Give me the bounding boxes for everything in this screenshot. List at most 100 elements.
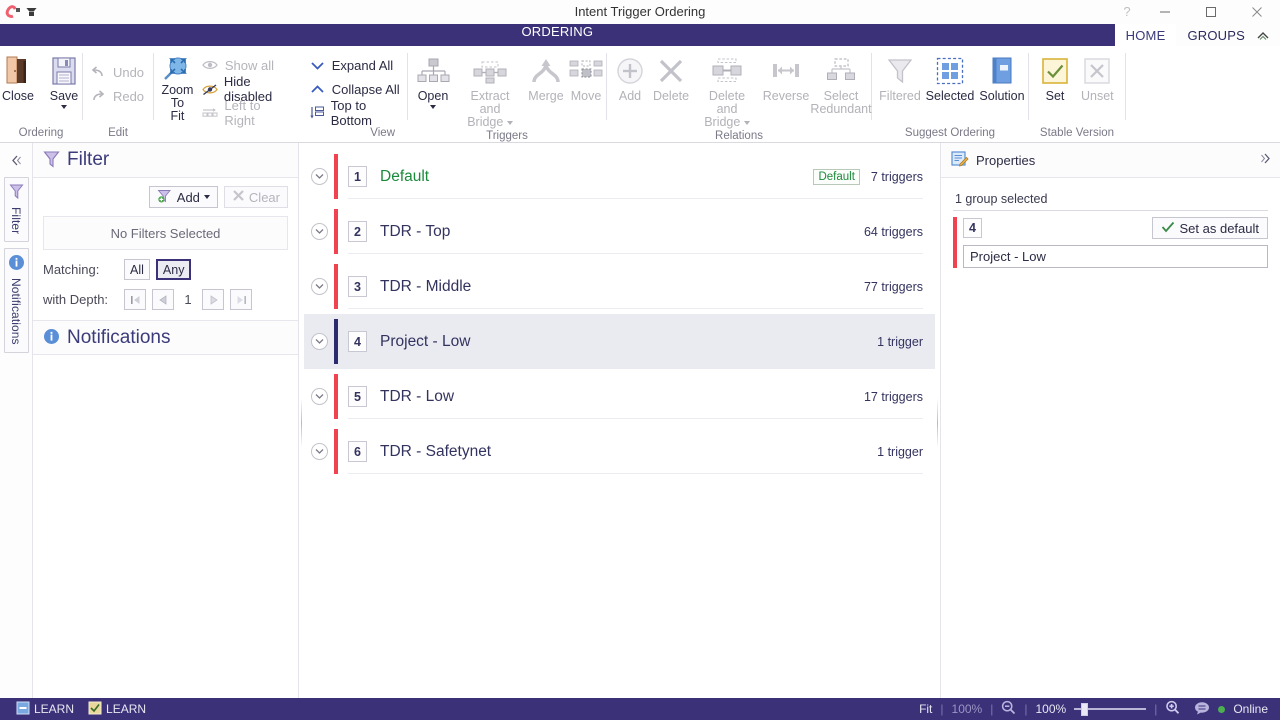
expand-toggle[interactable] — [304, 278, 334, 295]
expand-toggle[interactable] — [304, 333, 334, 350]
table-row[interactable]: 1 Default Default 7 triggers — [304, 149, 935, 204]
depth-next-button[interactable] — [202, 289, 224, 310]
extract-and-bridge-label-line2: Bridge — [467, 116, 513, 129]
move-button[interactable]: Move — [566, 52, 606, 103]
expand-all-button[interactable]: Expand All — [305, 53, 407, 77]
merge-button[interactable]: Merge — [526, 52, 566, 103]
expand-toggle[interactable] — [304, 168, 334, 185]
table-row[interactable]: 3 TDR - Middle 77 triggers — [304, 259, 935, 314]
expand-toggle[interactable] — [304, 388, 334, 405]
right-splitter[interactable] — [935, 143, 940, 698]
learn-item-1[interactable]: LEARN — [16, 701, 74, 718]
sidebar-item-filter[interactable]: Filter — [4, 177, 29, 242]
zoom-in-icon[interactable] — [1165, 700, 1180, 718]
matching-option-any[interactable]: Any — [156, 259, 192, 280]
table-row[interactable]: 6 TDR - Safetynet 1 trigger — [304, 424, 935, 479]
close-button-ribbon[interactable]: Close — [0, 52, 40, 103]
row-name: TDR - Top — [380, 223, 450, 241]
zoom-to-fit-button[interactable]: Zoom To Fit — [157, 52, 198, 123]
minimize-button[interactable] — [1142, 0, 1188, 24]
row-trigger-count: 64 triggers — [864, 225, 923, 239]
save-disk-icon — [50, 52, 78, 90]
table-row[interactable]: 5 TDR - Low 17 triggers — [304, 369, 935, 424]
chat-icon[interactable] — [1194, 701, 1210, 718]
row-trigger-count: 1 trigger — [877, 335, 923, 349]
collapse-panel-icon[interactable] — [0, 143, 32, 177]
ribbon-tab-bar: ORDERING HOME GROUPS — [0, 24, 1280, 46]
close-button[interactable] — [1234, 0, 1280, 24]
delete-relation-button[interactable]: Delete — [649, 52, 693, 103]
open-dropdown-caret-icon[interactable] — [430, 103, 436, 110]
merge-arrow-icon — [531, 52, 561, 90]
help-button[interactable]: ? — [1112, 0, 1142, 24]
expand-toggle[interactable] — [304, 223, 334, 240]
filtered-button-label: Filtered — [879, 90, 921, 103]
tab-home[interactable]: HOME — [1115, 24, 1177, 46]
open-button-label: Open — [418, 90, 449, 103]
check-icon — [1161, 221, 1175, 236]
expand-toggle[interactable] — [304, 443, 334, 460]
notifications-panel-header: Notifications — [33, 320, 298, 355]
maximize-button[interactable] — [1188, 0, 1234, 24]
collapse-ribbon-icon[interactable] — [1256, 24, 1270, 46]
set-as-default-button[interactable]: Set as default — [1152, 217, 1269, 239]
unset-button[interactable]: Unset — [1075, 52, 1120, 103]
row-trigger-count: 77 triggers — [864, 280, 923, 294]
undo-label: Undo — [113, 65, 144, 80]
filtered-button[interactable]: Filtered — [876, 52, 924, 103]
table-row[interactable]: 2 TDR - Top 64 triggers — [304, 204, 935, 259]
collapse-all-label: Collapse All — [332, 82, 400, 97]
group-name-input[interactable]: Project - Low — [963, 245, 1268, 268]
matching-option-all[interactable]: All — [124, 259, 150, 280]
delete-and-bridge-button[interactable]: Delete and Bridge — [693, 52, 761, 129]
tab-groups[interactable]: GROUPS — [1176, 24, 1256, 46]
add-relation-label: Add — [619, 90, 641, 103]
open-button[interactable]: Open — [412, 52, 454, 110]
add-filter-button[interactable]: Add — [149, 186, 218, 208]
table-row[interactable]: 4 Project - Low 1 trigger — [304, 314, 935, 369]
zoom-to-fit-icon — [162, 54, 192, 84]
expand-panel-icon[interactable] — [1259, 152, 1272, 168]
online-label: Online — [1233, 702, 1268, 716]
reverse-button[interactable]: Reverse — [761, 52, 811, 103]
save-dropdown-caret-icon[interactable] — [61, 103, 67, 110]
top-to-bottom-button[interactable]: Top to Bottom — [305, 101, 407, 125]
clear-filter-label: Clear — [249, 190, 280, 205]
depth-value: 1 — [180, 292, 196, 307]
depth-last-button[interactable] — [230, 289, 252, 310]
depth-prev-button[interactable] — [152, 289, 174, 310]
clear-icon — [232, 189, 245, 205]
depth-first-button[interactable] — [124, 289, 146, 310]
save-button-ribbon[interactable]: Save — [42, 52, 86, 110]
funnel-icon — [43, 150, 60, 171]
extract-and-bridge-button[interactable]: Extract and Bridge — [454, 52, 526, 129]
left-to-right-button[interactable]: Left to Right — [198, 101, 299, 125]
zoom-percent: 100% — [1035, 702, 1066, 716]
ribbon-separator — [1125, 53, 1126, 120]
undo-button[interactable]: Undo — [86, 60, 150, 84]
tab-ordering[interactable]: ORDERING — [0, 24, 1115, 46]
group-list: 1 Default Default 7 triggers 2 — [304, 143, 935, 479]
zoom-slider[interactable] — [1074, 703, 1146, 715]
solution-button[interactable]: Solution — [976, 52, 1028, 103]
redo-button[interactable]: Redo — [86, 84, 150, 108]
learn-item-2[interactable]: LEARN — [88, 701, 146, 718]
matching-label: Matching: — [43, 262, 118, 277]
status-bar: LEARN LEARN Fit | 100% | | 100% | — [0, 698, 1280, 720]
zoom-out-icon[interactable] — [1001, 700, 1016, 718]
row-number: 5 — [348, 386, 367, 407]
ribbon-group-label-view: View — [154, 126, 407, 143]
sidebar-item-notifications[interactable]: Notifications — [4, 248, 29, 353]
separator: | — [940, 702, 943, 716]
fit-label[interactable]: Fit — [919, 702, 932, 716]
customize-qat-icon[interactable] — [25, 5, 38, 19]
selected-button[interactable]: Selected — [924, 52, 976, 103]
set-button[interactable]: Set — [1035, 52, 1075, 103]
application-window: Intent Trigger Ordering ? ORDERING HOME … — [0, 0, 1280, 720]
add-relation-button[interactable]: Add — [611, 52, 649, 103]
clear-filter-button[interactable]: Clear — [224, 186, 288, 208]
x-icon — [1083, 52, 1111, 90]
select-redundant-button[interactable]: Select Redundant — [811, 52, 871, 116]
row-number: 1 — [348, 166, 367, 187]
close-door-icon — [3, 52, 33, 90]
